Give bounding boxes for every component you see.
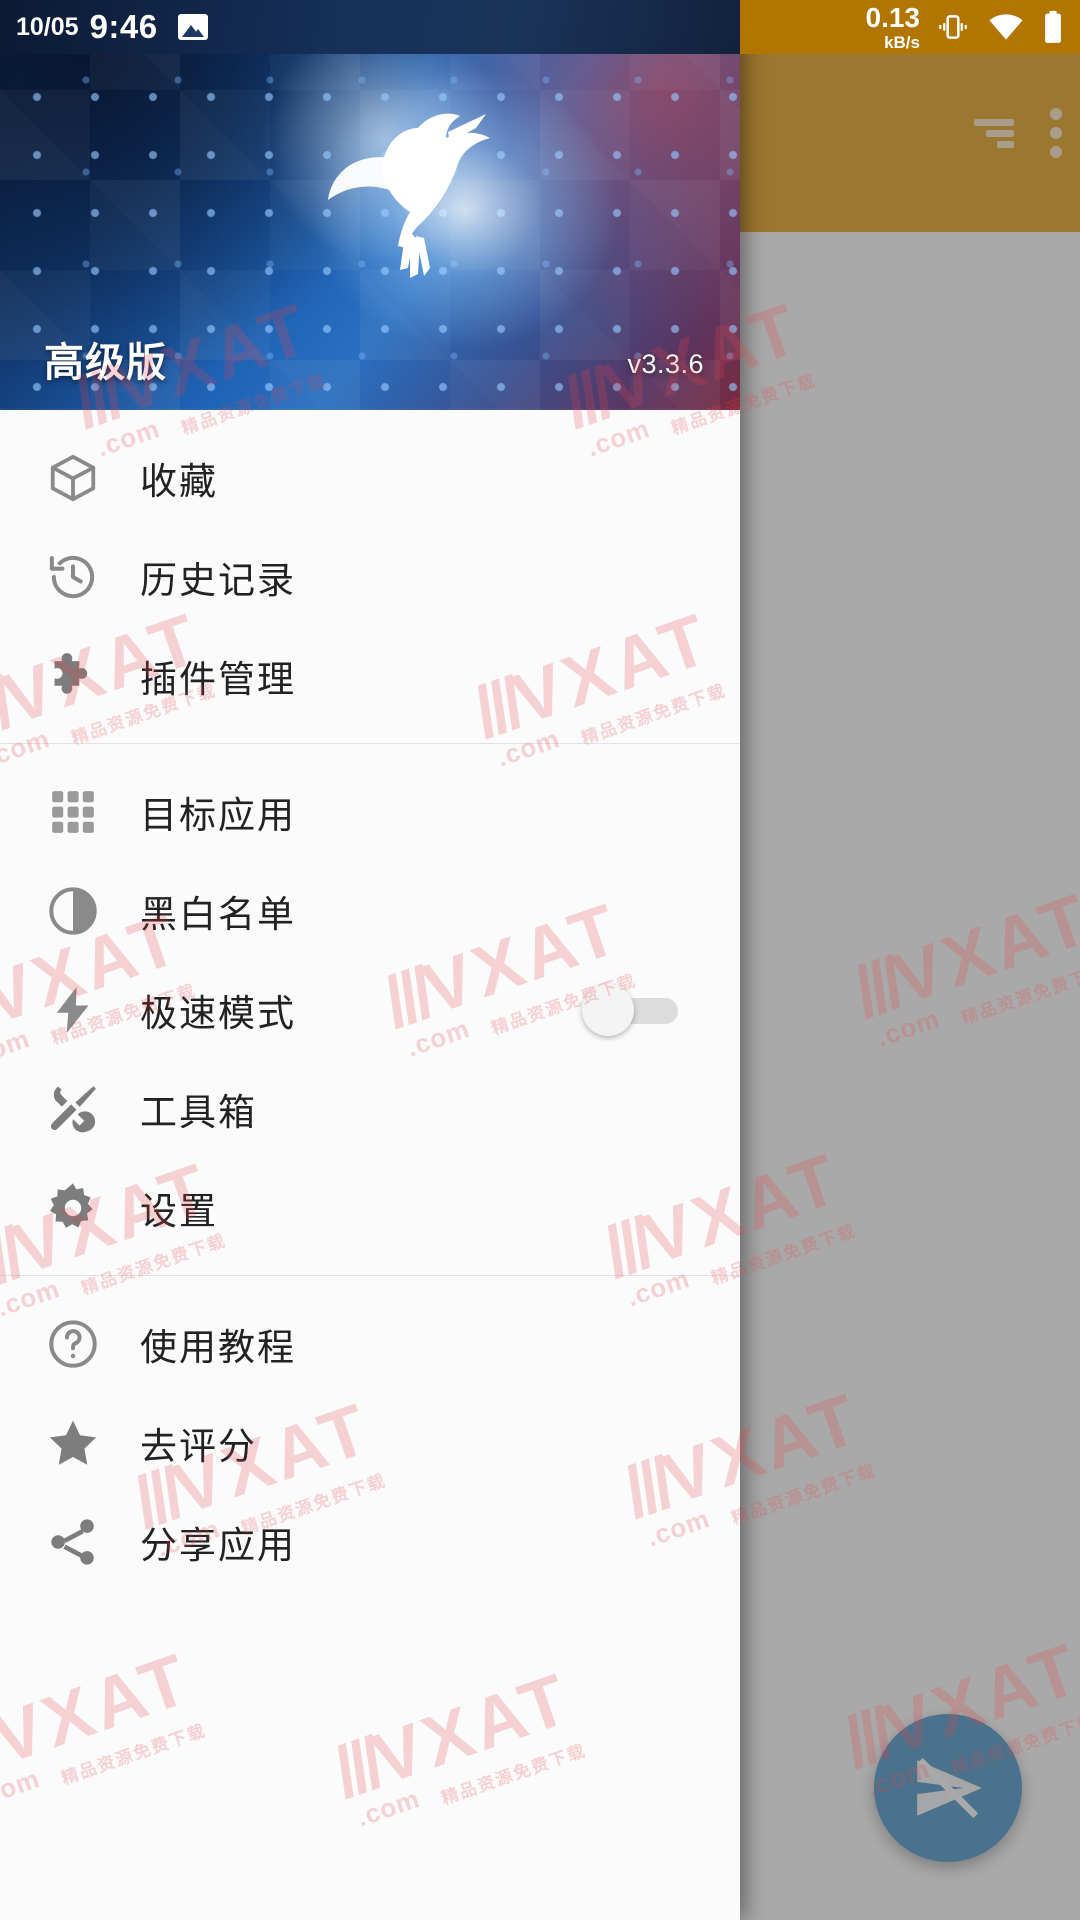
drawer-title: 高级版 [44, 330, 167, 388]
network-speed: 0.13 kB/s [866, 4, 921, 51]
drawer-item-tutorial[interactable]: 使用教程 [0, 1294, 740, 1393]
drawer-item-rate[interactable]: 去评分 [0, 1393, 740, 1492]
phone-screen: 高级版 v3.3.6 收藏 [0, 0, 1080, 1920]
drawer-version: v3.3.6 [627, 349, 704, 380]
contrast-circle-icon [36, 883, 110, 939]
drawer-item-toolbox[interactable]: 工具箱 [0, 1059, 740, 1158]
drawer-item-label: 极速模式 [140, 983, 296, 1037]
drawer-item-label: 分享应用 [140, 1515, 296, 1569]
star-icon [36, 1415, 110, 1471]
drawer-menu-list: 收藏 历史记录 [0, 410, 740, 1920]
navigation-drawer: 高级版 v3.3.6 收藏 [0, 0, 740, 1920]
drawer-group-3: 使用教程 去评分 [0, 1275, 740, 1609]
network-speed-value: 0.13 [866, 4, 921, 32]
drawer-item-label: 收藏 [140, 451, 218, 505]
drawer-item-plugins[interactable]: 插件管理 [0, 626, 740, 725]
drawer-header: 高级版 v3.3.6 [0, 0, 740, 410]
drawer-item-label: 设置 [140, 1181, 218, 1235]
tools-icon [36, 1081, 110, 1137]
share-icon [36, 1514, 110, 1570]
network-speed-unit: kB/s [866, 34, 921, 51]
drawer-group-2: 目标应用 黑白名单 [0, 743, 740, 1275]
history-icon [36, 550, 110, 604]
drawer-item-speed-mode[interactable]: 极速模式 [0, 960, 740, 1059]
drawer-item-label: 去评分 [140, 1416, 257, 1470]
box-icon [36, 451, 110, 505]
drawer-item-label: 目标应用 [140, 785, 296, 839]
status-bar: 10/05 9:46 0.13 kB/s [0, 0, 1080, 54]
lightning-bolt-icon [36, 983, 110, 1037]
toggle-thumb [582, 984, 634, 1036]
gear-icon [36, 1179, 110, 1237]
help-circle-icon [36, 1316, 110, 1372]
vibrate-icon [936, 11, 970, 43]
speed-mode-toggle[interactable] [582, 992, 678, 1028]
hummingbird-logo [300, 70, 530, 320]
drawer-item-history[interactable]: 历史记录 [0, 527, 740, 626]
photo-icon [178, 14, 208, 40]
status-time: 9:46 [90, 8, 158, 46]
drawer-item-blacklist-whitelist[interactable]: 黑白名单 [0, 861, 740, 960]
drawer-item-label: 黑白名单 [140, 884, 296, 938]
wifi-icon [988, 12, 1024, 42]
drawer-item-label: 历史记录 [140, 550, 296, 604]
drawer-item-target-apps[interactable]: 目标应用 [0, 762, 740, 861]
drawer-item-label: 工具箱 [140, 1082, 257, 1136]
drawer-item-share[interactable]: 分享应用 [0, 1492, 740, 1591]
drawer-item-label: 使用教程 [140, 1317, 296, 1371]
status-icons [936, 10, 1064, 44]
battery-icon [1042, 10, 1064, 44]
drawer-group-1: 收藏 历史记录 [0, 410, 740, 743]
puzzle-piece-icon [36, 648, 110, 704]
drawer-item-favorites[interactable]: 收藏 [0, 428, 740, 527]
drawer-item-label: 插件管理 [140, 649, 296, 703]
status-date: 10/05 [16, 13, 79, 42]
grid-apps-icon [36, 787, 110, 837]
drawer-item-settings[interactable]: 设置 [0, 1158, 740, 1257]
